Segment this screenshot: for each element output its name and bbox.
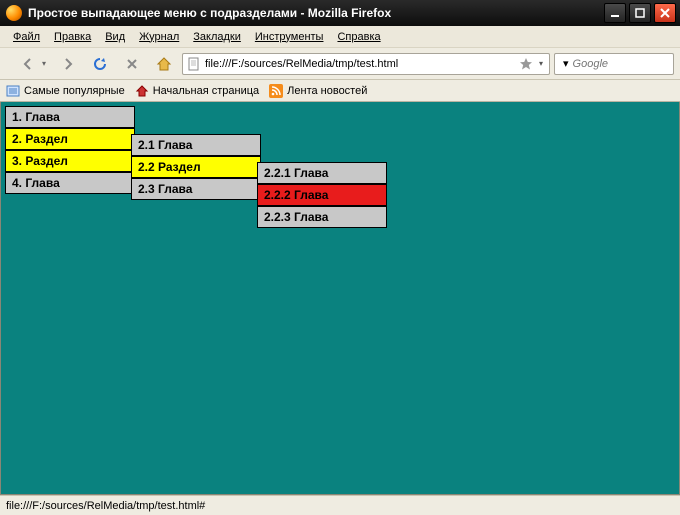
bookmark-start[interactable]: Начальная страница bbox=[135, 84, 259, 98]
firefox-icon bbox=[6, 5, 22, 21]
nav-toolbar: ▾ ▾ G ▾ bbox=[0, 48, 680, 80]
menu-item-label: 2.3 Глава bbox=[138, 182, 192, 196]
close-button[interactable] bbox=[654, 3, 676, 23]
menu-l1-item[interactable]: 1. Глава bbox=[5, 106, 135, 128]
minimize-button[interactable] bbox=[604, 3, 626, 23]
menu-item-label: 3. Раздел bbox=[12, 154, 68, 168]
menu-edit-label: Правка bbox=[54, 31, 91, 43]
menu-item-label: 2.2 Раздел bbox=[138, 160, 201, 174]
menu-help[interactable]: Справка bbox=[330, 29, 387, 45]
status-text: file:///F:/sources/RelMedia/tmp/test.htm… bbox=[6, 500, 205, 512]
stop-button[interactable] bbox=[118, 51, 146, 77]
maximize-button[interactable] bbox=[629, 3, 651, 23]
bookmarks-bar: Самые популярные Начальная страница Лент… bbox=[0, 80, 680, 102]
menu-l2-item[interactable]: 2.2 Раздел bbox=[131, 156, 261, 178]
search-input[interactable] bbox=[573, 58, 680, 70]
menu-item-label: 2.2.1 Глава bbox=[264, 166, 328, 180]
forward-button[interactable] bbox=[54, 51, 82, 77]
menu-item-label: 2.1 Глава bbox=[138, 138, 192, 152]
menubar: Файл Правка Вид Журнал Закладки Инструме… bbox=[0, 26, 680, 48]
home-red-icon bbox=[135, 84, 149, 98]
menu-item-label: 2. Раздел bbox=[12, 132, 68, 146]
bookmark-popular[interactable]: Самые популярные bbox=[6, 84, 125, 98]
page-icon bbox=[187, 57, 201, 71]
menu-l1-item[interactable]: 3. Раздел bbox=[5, 150, 135, 172]
url-input[interactable] bbox=[205, 58, 515, 70]
menu-history-label: Журнал bbox=[139, 31, 179, 43]
statusbar: file:///F:/sources/RelMedia/tmp/test.htm… bbox=[0, 495, 680, 515]
menu-bookmarks[interactable]: Закладки bbox=[186, 29, 248, 45]
url-dropdown-icon[interactable]: ▾ bbox=[537, 59, 545, 68]
window-titlebar: Простое выпадающее меню с подразделами -… bbox=[0, 0, 680, 26]
url-bar[interactable]: ▾ bbox=[182, 53, 550, 75]
menu-help-label: Справка bbox=[337, 31, 380, 43]
window-title: Простое выпадающее меню с подразделами -… bbox=[28, 6, 604, 20]
bookmark-label: Начальная страница bbox=[153, 85, 259, 97]
menu-file-label: Файл bbox=[13, 31, 40, 43]
menu-bookmarks-label: Закладки bbox=[193, 31, 241, 43]
search-dropdown-icon[interactable]: ▾ bbox=[563, 57, 569, 70]
menu-view[interactable]: Вид bbox=[98, 29, 132, 45]
menu-file[interactable]: Файл bbox=[6, 29, 47, 45]
page-content: 1. Глава 2. Раздел 3. Раздел 4. Глава 2.… bbox=[0, 102, 680, 495]
rss-icon bbox=[269, 84, 283, 98]
list-icon bbox=[6, 84, 20, 98]
menu-l3-item[interactable]: 2.2.3 Глава bbox=[257, 206, 387, 228]
menu-item-label: 1. Глава bbox=[12, 110, 60, 124]
menu-l3-item[interactable]: 2.2.2 Глава bbox=[257, 184, 387, 206]
window-controls bbox=[604, 3, 676, 23]
menu-item-label: 2.2.2 Глава bbox=[264, 188, 328, 202]
back-button[interactable]: ▾ bbox=[6, 51, 50, 77]
bookmark-star-icon[interactable] bbox=[519, 57, 533, 71]
back-dropdown-icon: ▾ bbox=[42, 59, 46, 68]
home-button[interactable] bbox=[150, 51, 178, 77]
menu-item-label: 4. Глава bbox=[12, 176, 60, 190]
menu-l1-item[interactable]: 2. Раздел bbox=[5, 128, 135, 150]
reload-button[interactable] bbox=[86, 51, 114, 77]
menu-history[interactable]: Журнал bbox=[132, 29, 186, 45]
menu-l3-item[interactable]: 2.2.1 Глава bbox=[257, 162, 387, 184]
menu-l2-item[interactable]: 2.1 Глава bbox=[131, 134, 261, 156]
menu-item-label: 2.2.3 Глава bbox=[264, 210, 328, 224]
menu-l2-item[interactable]: 2.3 Глава bbox=[131, 178, 261, 200]
menu-view-label: Вид bbox=[105, 31, 125, 43]
bookmark-label: Лента новостей bbox=[287, 85, 367, 97]
menu-tools[interactable]: Инструменты bbox=[248, 29, 331, 45]
menu-edit[interactable]: Правка bbox=[47, 29, 98, 45]
menu-tools-label: Инструменты bbox=[255, 31, 324, 43]
bookmark-label: Самые популярные bbox=[24, 85, 125, 97]
bookmark-news[interactable]: Лента новостей bbox=[269, 84, 367, 98]
search-box[interactable]: G ▾ bbox=[554, 53, 674, 75]
menu-l1-item[interactable]: 4. Глава bbox=[5, 172, 135, 194]
